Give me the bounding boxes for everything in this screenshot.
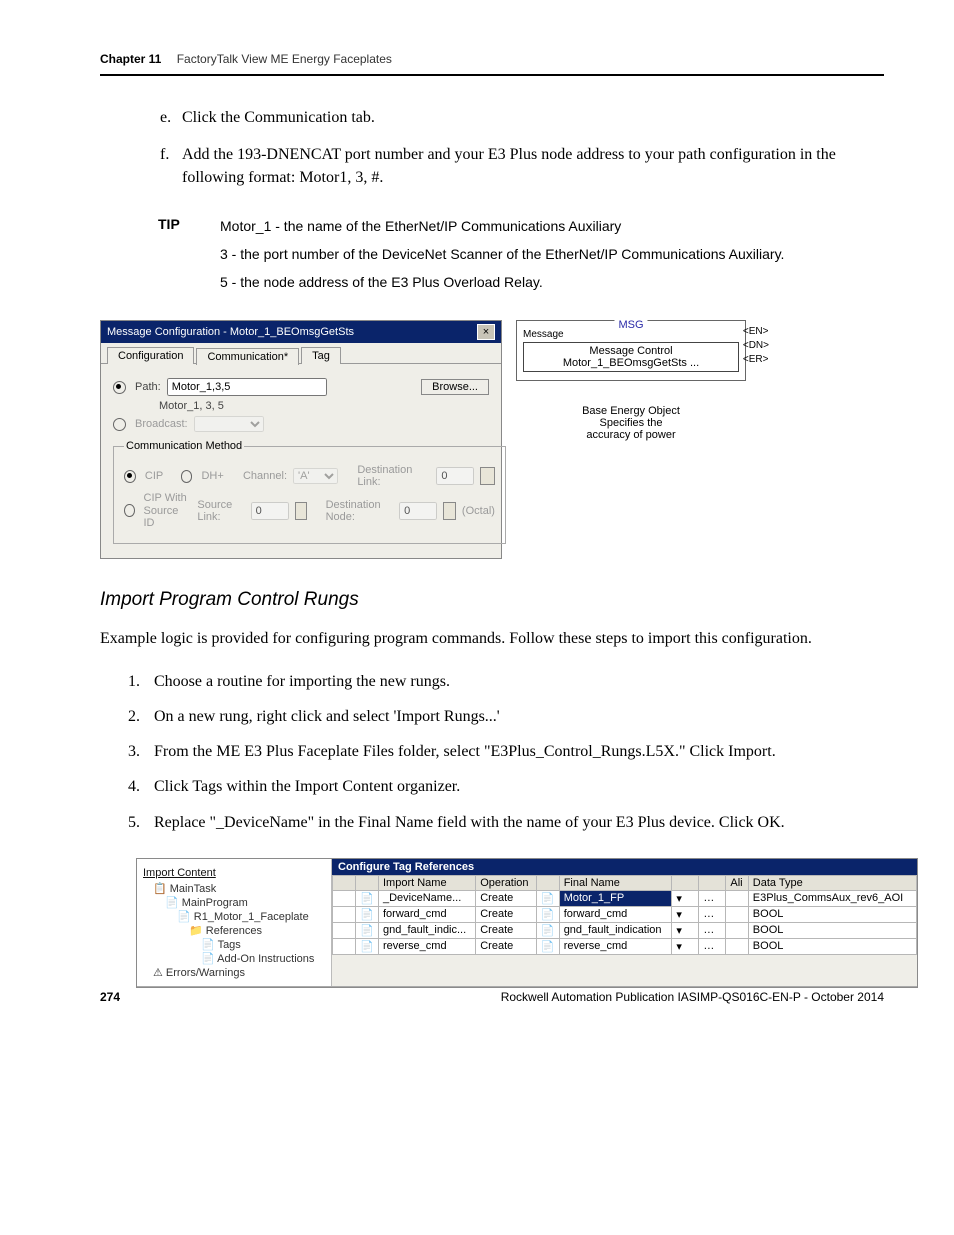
msg-tag-box: Message Control Motor_1_BEOmsgGetSts ... <box>523 342 739 372</box>
path-echo: Motor_1, 3, 5 <box>159 400 224 412</box>
tip-line: 3 - the port number of the DeviceNet Sca… <box>220 244 784 264</box>
tree-item[interactable]: 📄 R1_Motor_1_Faceplate <box>177 910 327 923</box>
tree-item[interactable]: ⚠ Errors/Warnings <box>153 966 327 979</box>
broadcast-label: Broadcast: <box>135 418 188 430</box>
pin-dn: DN <box>749 340 763 351</box>
path-radio[interactable] <box>113 381 126 394</box>
tree-item[interactable]: 📄 MainProgram <box>165 896 327 909</box>
cip-label: CIP <box>145 470 163 482</box>
pin-en: EN <box>749 326 763 337</box>
table-row[interactable]: 📄forward_cmdCreate📄forward_cmd▾…BOOL <box>333 906 917 922</box>
figure-import-content: Import Content 📋 MainTask 📄 MainProgram … <box>136 858 918 988</box>
col-alias: Ali <box>726 875 748 890</box>
dialog-title: Message Configuration - Motor_1_BEOmsgGe… <box>107 326 354 338</box>
tree-item[interactable]: 📁 References <box>189 924 327 937</box>
tip-line: 5 - the node address of the E3 Plus Over… <box>220 272 784 292</box>
table-row[interactable]: 📄gnd_fault_indic...Create📄gnd_fault_indi… <box>333 922 917 938</box>
section-heading: Import Program Control Rungs <box>100 589 884 611</box>
cip-src-label: CIP With Source ID <box>144 492 192 528</box>
figure-message-config: Message Configuration - Motor_1_BEOmsgGe… <box>100 320 884 558</box>
dhplus-radio[interactable] <box>181 470 193 483</box>
tree-header: Import Content <box>141 865 327 881</box>
tree-item[interactable]: 📄 Tags <box>201 938 327 951</box>
spinner-icon <box>480 467 495 485</box>
lettered-steps: e. Click the Communication tab. f. Add t… <box>160 106 884 190</box>
tab-communication[interactable]: Communication* <box>196 348 299 365</box>
pin-er: ER <box>749 354 763 365</box>
step-marker: f. <box>160 143 182 189</box>
tree-item[interactable]: 📋 MainTask <box>153 882 327 895</box>
spinner-icon <box>443 502 456 520</box>
channel-label: Channel: <box>243 470 287 482</box>
msg-desc: Specifies the <box>516 417 746 429</box>
tab-tag[interactable]: Tag <box>301 347 341 364</box>
path-input[interactable] <box>167 378 327 396</box>
numbered-steps: Choose a routine for importing the new r… <box>128 668 884 836</box>
tip-label: TIP <box>158 216 220 301</box>
import-tree: Import Content 📋 MainTask 📄 MainProgram … <box>137 859 332 986</box>
step-text: Choose a routine for importing the new r… <box>154 668 450 695</box>
step-text: On a new rung, right click and select 'I… <box>154 703 500 730</box>
tip-line: Motor_1 - the name of the EtherNet/IP Co… <box>220 216 784 236</box>
tab-configuration[interactable]: Configuration <box>107 347 194 364</box>
msg-instruction-panel: MSG Message Message Control Motor_1_BEOm… <box>516 320 746 441</box>
dest-node-label: Destination Node: <box>326 499 394 523</box>
section-intro: Example logic is provided for configurin… <box>100 627 884 650</box>
step-marker: e. <box>160 106 182 129</box>
step-text: Click Tags within the Import Content org… <box>154 773 460 800</box>
running-header: Chapter 11 FactoryTalk View ME Energy Fa… <box>100 52 884 66</box>
broadcast-radio[interactable] <box>113 418 126 431</box>
message-config-dialog: Message Configuration - Motor_1_BEOmsgGe… <box>100 320 502 558</box>
table-row[interactable]: 📄_DeviceName...Create📄Motor_1_FP▾…E3Plus… <box>333 890 917 906</box>
dest-link-input <box>436 467 474 485</box>
table-row[interactable]: 📄reverse_cmdCreate📄reverse_cmd▾…BOOL <box>333 938 917 954</box>
step-text: Add the 193-DNENCAT port number and your… <box>182 143 884 189</box>
broadcast-select <box>194 416 264 432</box>
msg-title: MSG <box>614 319 647 331</box>
channel-select: 'A' <box>293 468 338 484</box>
src-link-input <box>251 502 289 520</box>
chapter-title: FactoryTalk View ME Energy Faceplates <box>177 52 392 66</box>
cip-radio[interactable] <box>124 470 136 483</box>
cip-src-radio[interactable] <box>124 504 135 517</box>
col-data-type: Data Type <box>748 875 916 890</box>
tip-block: TIP Motor_1 - the name of the EtherNet/I… <box>158 216 884 301</box>
step-text: From the ME E3 Plus Faceplate Files fold… <box>154 738 776 765</box>
publication-id: Rockwell Automation Publication IASIMP-Q… <box>501 990 884 1004</box>
step-text: Replace "_DeviceName" in the Final Name … <box>154 809 785 836</box>
src-link-label: Source Link: <box>197 499 244 523</box>
chapter-number: Chapter 11 <box>100 52 161 66</box>
col-operation: Operation <box>476 875 536 890</box>
msg-desc: Base Energy Object <box>516 405 746 417</box>
dest-link-label: Destination Link: <box>357 464 430 488</box>
msg-desc: accuracy of power <box>516 429 746 441</box>
page-number: 274 <box>100 990 120 1004</box>
browse-button[interactable]: Browse... <box>421 379 489 395</box>
close-icon[interactable]: × <box>477 324 495 340</box>
page-footer: 274 Rockwell Automation Publication IASI… <box>100 990 884 1004</box>
grid-title: Configure Tag References <box>332 859 917 875</box>
tree-item[interactable]: 📄 Add-On Instructions <box>201 952 327 965</box>
octal-label: (Octal) <box>462 505 495 517</box>
header-rule <box>100 74 884 76</box>
comm-method-legend: Communication Method <box>124 440 244 452</box>
spinner-icon <box>295 502 308 520</box>
step-text: Click the Communication tab. <box>182 106 375 129</box>
tag-references-table: Import Name Operation Final Name Ali Dat… <box>332 875 917 955</box>
dhplus-label: DH+ <box>201 470 223 482</box>
col-import-name: Import Name <box>379 875 476 890</box>
path-label: Path: <box>135 381 161 393</box>
col-final-name: Final Name <box>559 875 672 890</box>
dest-node-input <box>399 502 437 520</box>
